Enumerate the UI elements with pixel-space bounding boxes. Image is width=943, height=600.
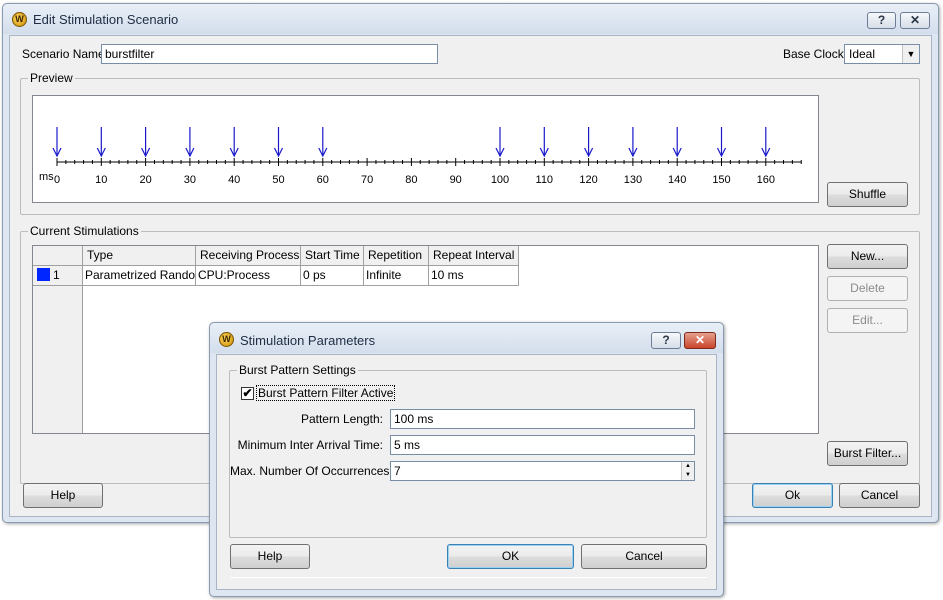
- spinner-down-icon[interactable]: ▼: [682, 471, 694, 480]
- timeline-chart: ms 0 10 20 30 40 50 60 70 80 90 100 110 120 130 140 150 1…: [39, 127, 802, 186]
- timeline-tick-label: 20: [139, 174, 151, 186]
- dialog-title-bar[interactable]: W Stimulation Parameters ? ✕: [210, 323, 723, 353]
- shuffle-button[interactable]: Shuffle: [827, 182, 908, 207]
- spinner-up-icon[interactable]: ▲: [682, 462, 694, 471]
- main-help-dialog-button[interactable]: Help: [23, 483, 103, 508]
- pattern-length-input[interactable]: 100 ms: [390, 409, 695, 429]
- timeline-unit-label: ms: [39, 171, 54, 183]
- base-clock-value: Ideal: [849, 47, 876, 61]
- stimulation-parameters-dialog: W Stimulation Parameters ? ✕ Burst Patte…: [209, 322, 724, 597]
- current-stimulations-label: Current Stimulations: [28, 224, 141, 238]
- col-header-start-time[interactable]: Start Time: [301, 246, 364, 266]
- timeline-tick-label: 120: [579, 174, 597, 186]
- table-cell-repeat-interval[interactable]: 10 ms: [429, 266, 519, 286]
- preview-group: Preview ms 0 10 20 30 40 50 60 70 80 90 100 110 120 13…: [20, 71, 920, 215]
- dialog-cancel-button[interactable]: Cancel: [581, 544, 707, 569]
- main-title-bar[interactable]: W Edit Stimulation Scenario ? ✕: [3, 4, 938, 34]
- timeline-tick-label: 110: [536, 174, 554, 186]
- dialog-client-area: Burst Pattern Settings ✔ Burst Pattern F…: [216, 354, 717, 590]
- new-button[interactable]: New...: [827, 244, 908, 269]
- row-index: 1: [53, 268, 60, 282]
- pattern-length-label: Pattern Length:: [300, 412, 383, 426]
- timeline-tick-label: 160: [757, 174, 775, 186]
- chevron-down-icon[interactable]: ▼: [902, 45, 919, 63]
- timeline-preview-panel: ms 0 10 20 30 40 50 60 70 80 90 100 110 120 130 140 150 1…: [32, 95, 819, 203]
- timeline-tick-label: 90: [450, 174, 462, 186]
- scenario-name-input[interactable]: burstfilter: [101, 44, 438, 64]
- main-window-title: Edit Stimulation Scenario: [33, 12, 179, 27]
- timeline-tick-label: 0: [54, 174, 60, 186]
- col-header-repeat-interval[interactable]: Repeat Interval: [429, 246, 519, 266]
- table-cell-receiving-process[interactable]: CPU:Process: [196, 266, 301, 286]
- main-close-button[interactable]: ✕: [900, 12, 930, 29]
- app-logo-icon: W: [12, 12, 27, 27]
- scenario-name-label: Scenario Name: [22, 47, 105, 61]
- dialog-bottom-separator: [230, 577, 707, 578]
- col-header-type[interactable]: Type: [83, 246, 196, 266]
- min-inter-arrival-input[interactable]: 5 ms: [390, 435, 695, 455]
- min-inter-arrival-label: Minimum Inter Arrival Time:: [237, 438, 383, 452]
- timeline-tick-label: 70: [361, 174, 373, 186]
- row-color-swatch: [37, 268, 50, 281]
- dialog-title: Stimulation Parameters: [240, 333, 376, 348]
- max-occurrences-spinner[interactable]: 7 ▲ ▼: [390, 461, 695, 481]
- burst-filter-button[interactable]: Burst Filter...: [827, 441, 908, 466]
- col-header-repetition[interactable]: Repetition: [364, 246, 429, 266]
- timeline-tick-label: 60: [317, 174, 329, 186]
- timeline-tick-label: 140: [668, 174, 686, 186]
- preview-group-label: Preview: [28, 71, 75, 85]
- burst-pattern-settings-group: Burst Pattern Settings ✔ Burst Pattern F…: [229, 363, 707, 538]
- timeline-tick-label: 100: [491, 174, 509, 186]
- main-cancel-button[interactable]: Cancel: [839, 483, 920, 508]
- burst-pattern-settings-label: Burst Pattern Settings: [237, 363, 358, 377]
- table-cell-type[interactable]: Parametrized Random: [83, 266, 196, 286]
- timeline-tick-label: 10: [95, 174, 107, 186]
- col-header-receiving-process[interactable]: Receiving Process: [196, 246, 301, 266]
- base-clock-label: Base Clock: [783, 47, 844, 61]
- main-help-button[interactable]: ?: [867, 12, 896, 29]
- base-clock-select[interactable]: Ideal ▼: [844, 44, 920, 64]
- timeline-tick-label: 30: [184, 174, 196, 186]
- spinner-buttons: ▲ ▼: [681, 462, 694, 480]
- burst-pattern-filter-label[interactable]: Burst Pattern Filter Active: [256, 385, 396, 401]
- max-occurrences-label: Max. Number Of Occurrences:: [230, 464, 393, 478]
- timeline-tick-label: 80: [405, 174, 417, 186]
- timeline-tick-label: 130: [624, 174, 642, 186]
- table-cell-start-time[interactable]: 0 ps: [301, 266, 364, 286]
- dialog-ok-button[interactable]: OK: [447, 544, 574, 569]
- burst-pattern-filter-checkbox[interactable]: ✔: [241, 387, 254, 400]
- edit-button[interactable]: Edit...: [827, 308, 908, 333]
- dialog-logo-icon: W: [219, 332, 234, 347]
- delete-button[interactable]: Delete: [827, 276, 908, 301]
- timeline-tick-label: 50: [272, 174, 284, 186]
- dialog-help-button[interactable]: ?: [651, 332, 681, 349]
- max-occurrences-value: 7: [394, 464, 401, 478]
- dialog-close-button[interactable]: ✕: [684, 332, 716, 349]
- corner-header: [33, 246, 83, 266]
- timeline-tick-label: 40: [228, 174, 240, 186]
- dialog-help-dialog-button[interactable]: Help: [230, 544, 310, 569]
- main-ok-button[interactable]: Ok: [752, 483, 833, 508]
- table-cell-repetition[interactable]: Infinite: [364, 266, 429, 286]
- row-header-1[interactable]: 1: [33, 266, 83, 286]
- timeline-tick-label: 150: [712, 174, 730, 186]
